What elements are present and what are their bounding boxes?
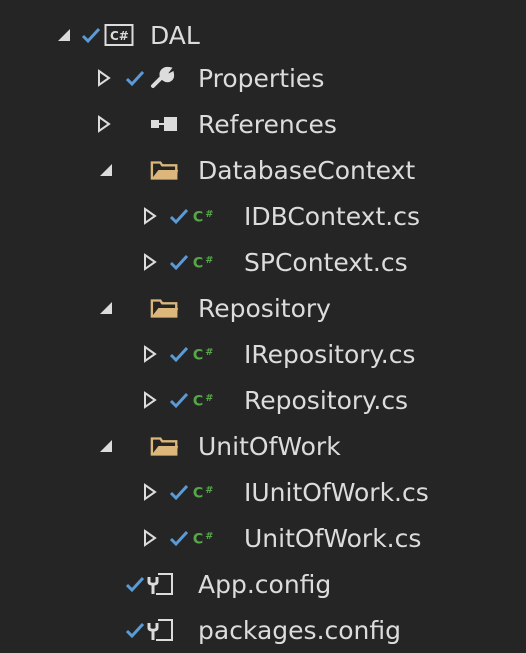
collapsed-arrow-icon[interactable] [138, 239, 162, 285]
tree-item-label: packages.config [198, 615, 402, 645]
collapsed-arrow-icon[interactable] [138, 469, 162, 515]
svg-text:C: C [193, 209, 203, 225]
expanded-arrow-icon[interactable] [94, 285, 118, 331]
svg-text:#: # [205, 485, 213, 496]
tree-item-references[interactable]: References [0, 101, 526, 147]
checkmark-icon [168, 515, 190, 561]
csharp-file-icon: C # [192, 469, 222, 515]
svg-text:#: # [205, 209, 213, 220]
tree-item-iunitofwork[interactable]: C # IUnitOfWork.cs [0, 469, 526, 515]
collapsed-arrow-icon[interactable] [138, 377, 162, 423]
expanded-arrow-icon[interactable] [52, 12, 76, 58]
tree-item-label: Repository.cs [244, 385, 409, 415]
csharp-file-icon: C # [192, 193, 222, 239]
folder-open-icon [150, 423, 180, 469]
checkmark-icon [80, 12, 102, 58]
svg-text:C#: C# [110, 29, 129, 43]
tree-item-packages-config[interactable]: packages.config [0, 607, 526, 653]
tree-item-label: UnitOfWork [198, 431, 341, 461]
tree-item-spcontext[interactable]: C # SPContext.cs [0, 239, 526, 285]
tree-item-dal[interactable]: C# DAL [0, 12, 526, 58]
checkmark-icon [168, 193, 190, 239]
checkmark-icon [168, 377, 190, 423]
tree-item-properties[interactable]: Properties [0, 55, 526, 101]
checkmark-icon [124, 607, 146, 653]
tree-item-databasecontext[interactable]: DatabaseContext [0, 147, 526, 193]
svg-text:#: # [205, 255, 213, 266]
checkmark-icon [168, 331, 190, 377]
csharp-file-icon: C # [192, 377, 222, 423]
tree-item-label: IUnitOfWork.cs [244, 477, 429, 507]
tree-item-label: IRepository.cs [244, 339, 416, 369]
tree-item-unitofwork-folder[interactable]: UnitOfWork [0, 423, 526, 469]
svg-text:C: C [193, 531, 203, 547]
svg-text:C: C [193, 347, 203, 363]
tree-item-label: Properties [198, 63, 325, 93]
expanded-arrow-icon[interactable] [94, 147, 118, 193]
tree-item-label: DatabaseContext [198, 155, 416, 185]
tree-item-label: DAL [150, 20, 200, 50]
config-file-icon [146, 561, 176, 607]
wrench-icon [148, 55, 178, 101]
tree-item-label: IDBContext.cs [244, 201, 420, 231]
tree-item-label: UnitOfWork.cs [244, 523, 422, 553]
svg-text:C: C [193, 393, 203, 409]
solution-explorer-tree: C# DAL Properties References DatabaseCon… [0, 0, 526, 653]
tree-item-idbcontext[interactable]: C # IDBContext.cs [0, 193, 526, 239]
svg-text:#: # [205, 531, 213, 542]
checkmark-icon [168, 239, 190, 285]
tree-item-app-config[interactable]: App.config [0, 561, 526, 607]
folder-open-icon [150, 285, 180, 331]
collapsed-arrow-icon[interactable] [92, 55, 116, 101]
csharp-file-icon: C # [192, 515, 222, 561]
tree-item-label: SPContext.cs [244, 247, 408, 277]
svg-text:C: C [193, 255, 203, 271]
collapsed-arrow-icon[interactable] [138, 193, 162, 239]
tree-item-repository-file[interactable]: C # Repository.cs [0, 377, 526, 423]
tree-item-label: Repository [198, 293, 331, 323]
references-icon [148, 101, 178, 147]
checkmark-icon [168, 469, 190, 515]
checkmark-icon [124, 55, 146, 101]
csharp-file-icon: C # [192, 239, 222, 285]
svg-text:#: # [205, 347, 213, 358]
tree-item-irepository[interactable]: C # IRepository.cs [0, 331, 526, 377]
folder-open-icon [150, 147, 180, 193]
checkmark-icon [124, 561, 146, 607]
csharp-file-icon: C # [192, 331, 222, 377]
collapsed-arrow-icon[interactable] [138, 515, 162, 561]
svg-text:#: # [205, 393, 213, 404]
csharp-project-icon: C# [104, 12, 134, 58]
tree-item-unitofwork-file[interactable]: C # UnitOfWork.cs [0, 515, 526, 561]
collapsed-arrow-icon[interactable] [138, 331, 162, 377]
tree-item-label: App.config [198, 569, 332, 599]
config-file-icon [146, 607, 176, 653]
tree-item-repository-folder[interactable]: Repository [0, 285, 526, 331]
collapsed-arrow-icon[interactable] [92, 101, 116, 147]
svg-text:C: C [193, 485, 203, 501]
expanded-arrow-icon[interactable] [94, 423, 118, 469]
tree-item-label: References [198, 109, 337, 139]
